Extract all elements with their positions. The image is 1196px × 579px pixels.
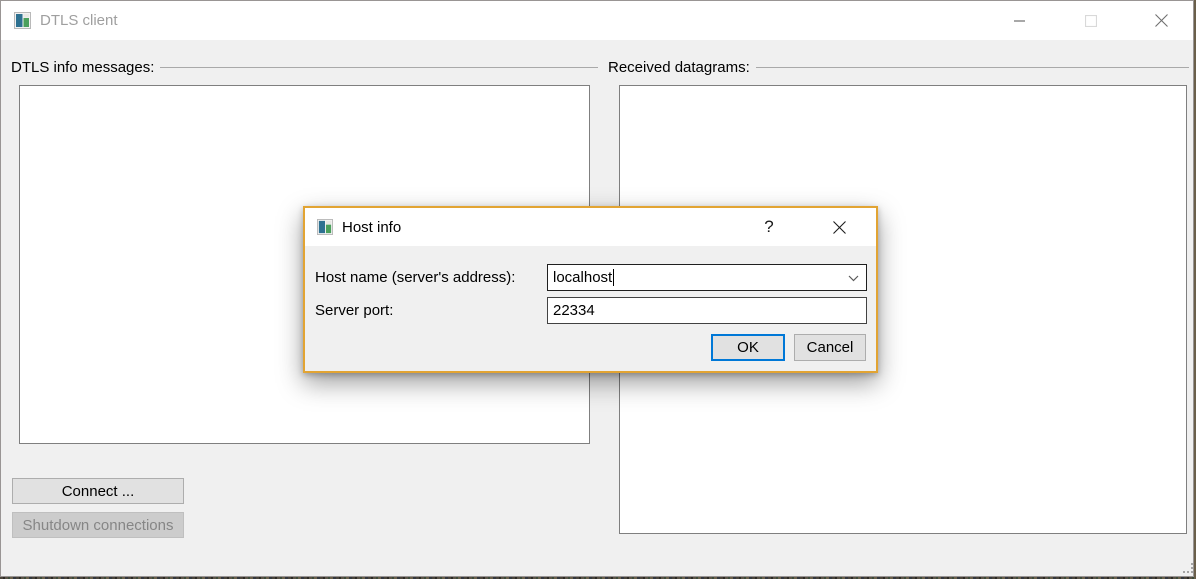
group-received-datagrams: Received datagrams:: [608, 58, 1189, 76]
dialog-app-icon: [317, 219, 333, 235]
maximize-button[interactable]: [1068, 1, 1114, 40]
ok-button[interactable]: OK: [711, 334, 785, 361]
group-dtls-info-messages: DTLS info messages:: [11, 58, 598, 76]
minimize-button[interactable]: [997, 1, 1043, 40]
text-caret: [613, 269, 614, 286]
close-icon: [1155, 14, 1168, 27]
minimize-icon: [1014, 15, 1026, 27]
dialog-title: Host info: [342, 219, 401, 236]
connect-button[interactable]: Connect ...: [12, 478, 184, 504]
host-name-value: localhost: [553, 269, 612, 286]
app-icon: [14, 12, 31, 29]
server-port-input[interactable]: [547, 297, 867, 324]
chevron-down-icon[interactable]: [848, 275, 859, 282]
window-title: DTLS client: [40, 12, 118, 29]
desktop-background: DTLS client DTLS info messages: Received…: [0, 0, 1196, 579]
window-close-button[interactable]: [1138, 1, 1184, 40]
cancel-button[interactable]: Cancel: [794, 334, 866, 361]
resize-grip[interactable]: [1183, 563, 1195, 575]
server-port-label: Server port:: [315, 302, 393, 319]
dialog-close-icon: [833, 221, 846, 234]
host-info-dialog: Host info ? Host name (server's address)…: [303, 206, 878, 373]
dialog-titlebar[interactable]: Host info: [305, 208, 876, 246]
maximize-icon: [1085, 15, 1097, 27]
host-name-combobox[interactable]: localhost: [547, 264, 867, 291]
group-left-rule: [160, 67, 598, 68]
dialog-help-button[interactable]: ?: [749, 208, 789, 246]
group-right-rule: [756, 67, 1189, 68]
shutdown-connections-button: Shutdown connections: [12, 512, 184, 538]
group-right-label: Received datagrams:: [608, 59, 750, 76]
dialog-close-button[interactable]: [819, 208, 859, 246]
group-left-label: DTLS info messages:: [11, 59, 154, 76]
host-name-label: Host name (server's address):: [315, 269, 515, 286]
